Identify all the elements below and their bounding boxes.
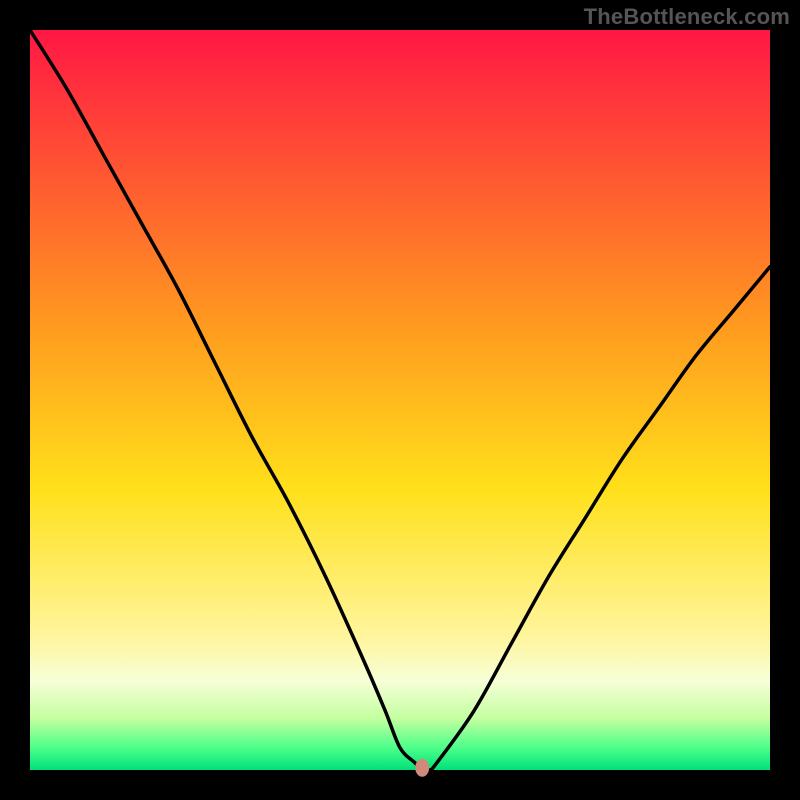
plot-background — [30, 30, 770, 770]
watermark-label: TheBottleneck.com — [584, 4, 790, 30]
chart-frame: TheBottleneck.com — [0, 0, 800, 800]
optimal-point-marker — [415, 759, 429, 777]
bottleneck-chart — [0, 0, 800, 800]
